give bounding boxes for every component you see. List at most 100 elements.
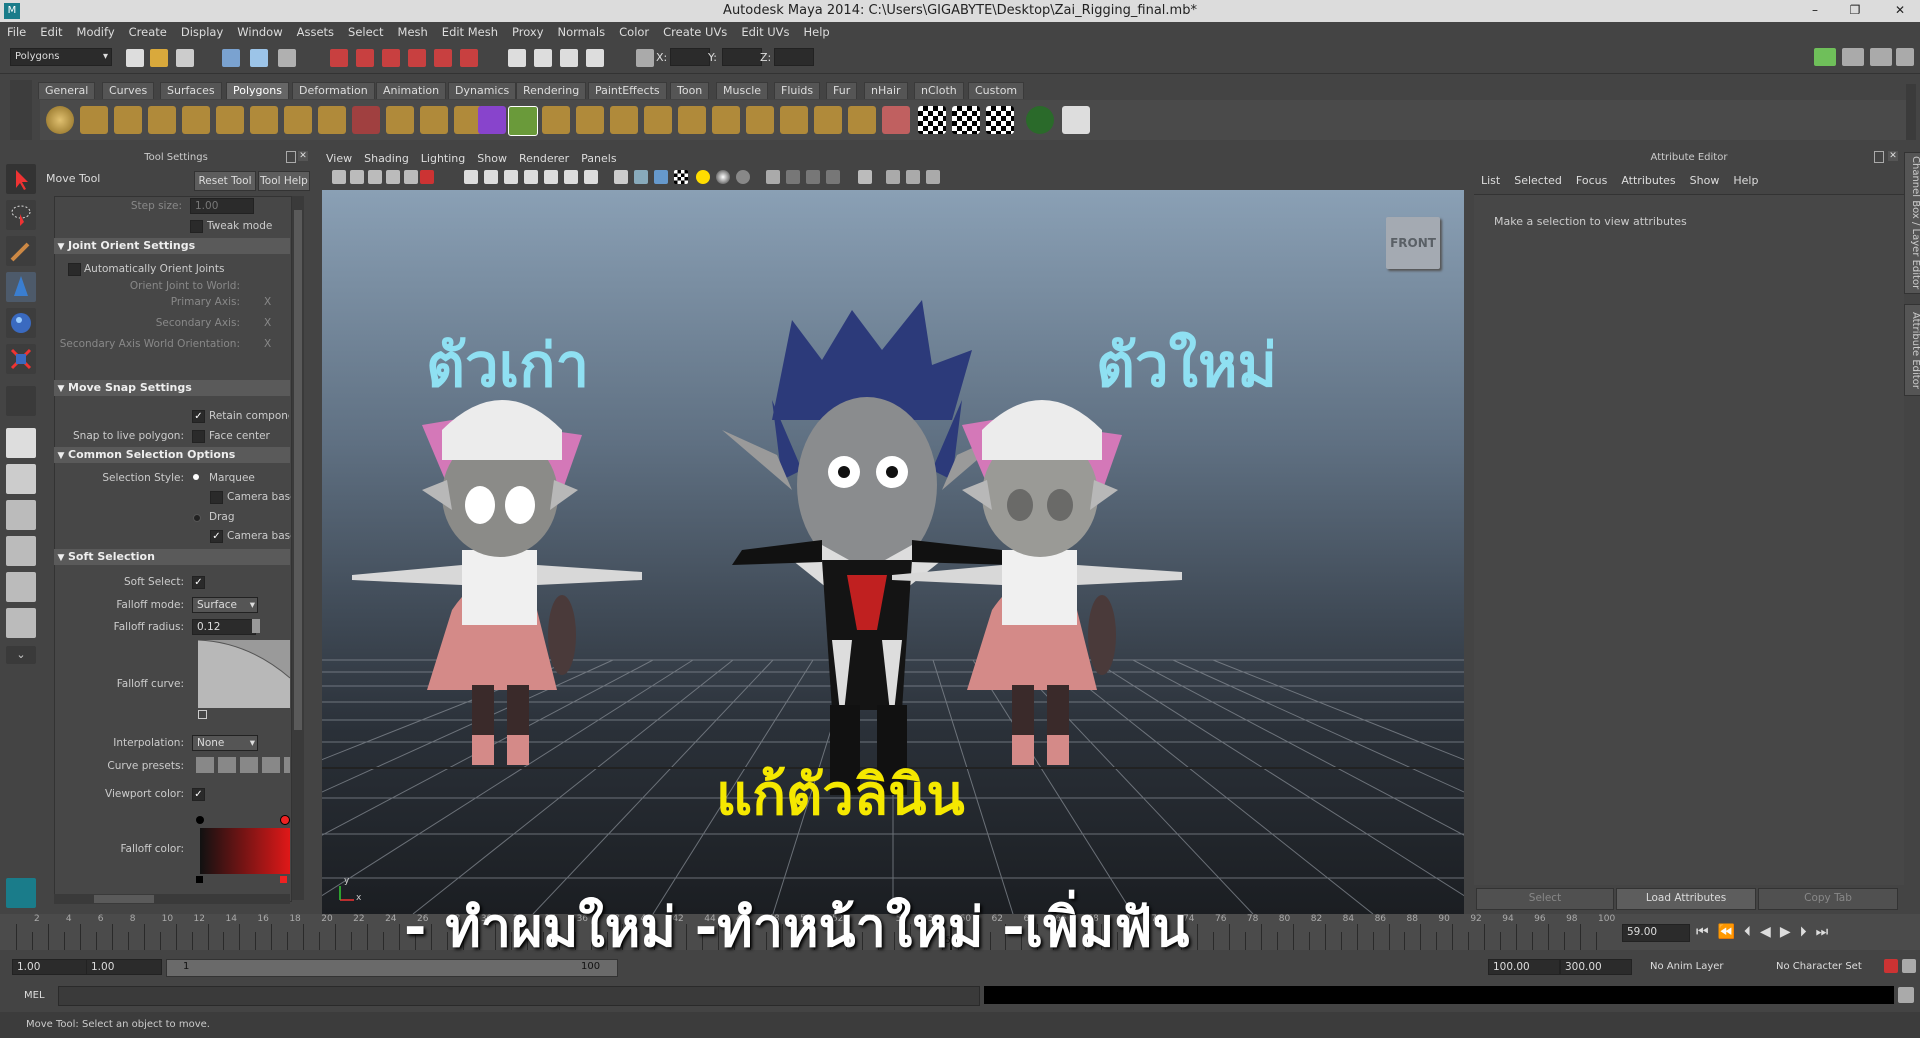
- reset-tool-button[interactable]: Reset Tool: [194, 171, 256, 191]
- automatic-mapping-icon[interactable]: [1026, 106, 1054, 134]
- layout-hypershade-icon[interactable]: [6, 572, 36, 602]
- drag-radio[interactable]: [193, 514, 201, 522]
- combine-icon[interactable]: [352, 106, 380, 134]
- preset-more-icon[interactable]: [284, 757, 290, 773]
- layout-options-icon[interactable]: ⌄: [6, 646, 36, 664]
- go-to-start-icon[interactable]: ⏮: [1696, 924, 1718, 940]
- menu-assets[interactable]: Assets: [290, 22, 341, 43]
- camera-based-checkbox-2[interactable]: ✓: [210, 530, 223, 543]
- smooth-proxy-icon[interactable]: [478, 106, 506, 134]
- shelf-tab-dynamics[interactable]: Dynamics: [448, 82, 517, 99]
- cylindrical-mapping-icon[interactable]: [952, 106, 980, 134]
- copy-tab-button[interactable]: Copy Tab: [1758, 888, 1898, 910]
- mel-label[interactable]: MEL: [24, 990, 45, 1001]
- spherical-mapping-icon[interactable]: [986, 106, 1014, 134]
- move-tool-icon[interactable]: [6, 272, 36, 302]
- animation-preferences-icon[interactable]: [1902, 959, 1916, 973]
- poly-cube-icon[interactable]: [80, 106, 108, 134]
- color-key-right[interactable]: [280, 815, 290, 825]
- shelf-tab-general[interactable]: General: [38, 82, 96, 99]
- color-ramp-handle-right[interactable]: [280, 876, 287, 883]
- step-size-field[interactable]: 1.00: [190, 198, 254, 214]
- channel-box-tab[interactable]: Channel Box / Layer Editor: [1904, 152, 1920, 294]
- select-tool-icon[interactable]: [6, 164, 36, 194]
- step-forward-key-icon[interactable]: ⏵: [1800, 924, 1816, 940]
- shelf-tab-fur[interactable]: Fur: [826, 82, 858, 99]
- share-icon[interactable]: [926, 170, 940, 184]
- poly-sphere-icon[interactable]: [46, 106, 74, 134]
- paint-select-tool-icon[interactable]: [6, 236, 36, 266]
- menu-help[interactable]: Help: [797, 22, 837, 43]
- last-tool-slot-icon[interactable]: [6, 386, 36, 416]
- shelf-tab-rendering[interactable]: Rendering: [516, 82, 587, 99]
- attr-select-button[interactable]: Select: [1476, 888, 1614, 910]
- poly-cylinder-icon[interactable]: [114, 106, 142, 134]
- load-attributes-button[interactable]: Load Attributes: [1616, 888, 1756, 910]
- preset-smooth-icon[interactable]: [218, 757, 236, 773]
- shelf-tab-muscle[interactable]: Muscle: [716, 82, 769, 99]
- falloff-color-ramp[interactable]: [200, 828, 290, 874]
- attr-menu-show[interactable]: Show: [1683, 172, 1727, 190]
- tool-settings-hscrollbar[interactable]: [54, 894, 290, 904]
- viewport-menu-view[interactable]: View: [320, 150, 358, 168]
- offset-edge-loop-icon[interactable]: [678, 106, 706, 134]
- auto-key-icon[interactable]: [1884, 959, 1898, 973]
- attribute-editor-tab[interactable]: Attribute Editor: [1904, 304, 1920, 396]
- wireframe-on-shaded-icon[interactable]: [654, 170, 668, 184]
- y-field[interactable]: [722, 48, 762, 66]
- menu-create-uvs[interactable]: Create UVs: [656, 22, 734, 43]
- backface-culling-icon[interactable]: [826, 170, 840, 184]
- move-snap-section[interactable]: ▼ Move Snap Settings: [54, 380, 290, 396]
- end-time-field[interactable]: 300.00: [1560, 959, 1632, 975]
- soft-selection-section[interactable]: ▼ Soft Selection: [54, 549, 290, 565]
- float-attr-panel-icon[interactable]: [1874, 151, 1884, 163]
- append-polygon-icon[interactable]: [576, 106, 604, 134]
- shelf-tab-fluids[interactable]: Fluids: [774, 82, 821, 99]
- field-chart-icon[interactable]: [544, 170, 558, 184]
- close-panel-icon[interactable]: ✕: [298, 151, 308, 161]
- start-time-field[interactable]: 1.00: [12, 959, 88, 975]
- select-curve-icon[interactable]: [382, 49, 400, 67]
- step-back-key-icon[interactable]: ⏴: [1744, 924, 1760, 940]
- menu-edit-uvs[interactable]: Edit UVs: [734, 22, 796, 43]
- toggle-tool-settings-icon[interactable]: [1842, 48, 1864, 66]
- shelf-tab-ncloth[interactable]: nCloth: [914, 82, 964, 99]
- render-settings-icon[interactable]: [906, 170, 920, 184]
- minimize-button[interactable]: –: [1800, 0, 1830, 20]
- planar-mapping-icon[interactable]: [918, 106, 946, 134]
- shelf-tab-nhair[interactable]: nHair: [864, 82, 908, 99]
- falloff-mode-dropdown[interactable]: Surface ▾: [192, 597, 258, 613]
- scale-tool-icon[interactable]: [6, 344, 36, 374]
- safe-title-icon[interactable]: [584, 170, 598, 184]
- insert-edge-loop-icon[interactable]: [644, 106, 672, 134]
- layout-single-icon[interactable]: [6, 428, 36, 458]
- menu-normals[interactable]: Normals: [551, 22, 613, 43]
- menu-edit-mesh[interactable]: Edit Mesh: [435, 22, 505, 43]
- color-key-left[interactable]: [196, 816, 204, 824]
- attr-menu-attributes[interactable]: Attributes: [1614, 172, 1682, 190]
- grid-icon[interactable]: [464, 170, 478, 184]
- snap-point-icon[interactable]: [560, 49, 578, 67]
- shelf-tab-polygons[interactable]: Polygons: [226, 82, 289, 99]
- wireframe-icon[interactable]: [614, 170, 628, 184]
- menu-modify[interactable]: Modify: [70, 22, 122, 43]
- image-plane-icon[interactable]: [386, 170, 400, 184]
- menu-display[interactable]: Display: [174, 22, 230, 43]
- extrude-icon[interactable]: [508, 106, 538, 136]
- range-slider[interactable]: 1 100: [166, 959, 618, 977]
- common-selection-section[interactable]: ▼ Common Selection Options: [54, 447, 290, 463]
- shelf-scrollbar[interactable]: [1906, 84, 1916, 140]
- face-center-checkbox[interactable]: [192, 430, 205, 443]
- select-joint-icon[interactable]: [356, 49, 374, 67]
- camera-attributes-icon[interactable]: [350, 170, 364, 184]
- grease-pencil-icon[interactable]: [420, 170, 434, 184]
- poly-torus-icon[interactable]: [216, 106, 244, 134]
- viewport-color-checkbox[interactable]: ✓: [192, 788, 205, 801]
- rotate-tool-icon[interactable]: [6, 308, 36, 338]
- safe-action-icon[interactable]: [564, 170, 578, 184]
- separate-icon[interactable]: [386, 106, 414, 134]
- menu-mesh[interactable]: Mesh: [391, 22, 435, 43]
- x-field[interactable]: [670, 48, 710, 66]
- snap-grid-icon[interactable]: [508, 49, 526, 67]
- gate-mask-icon[interactable]: [524, 170, 538, 184]
